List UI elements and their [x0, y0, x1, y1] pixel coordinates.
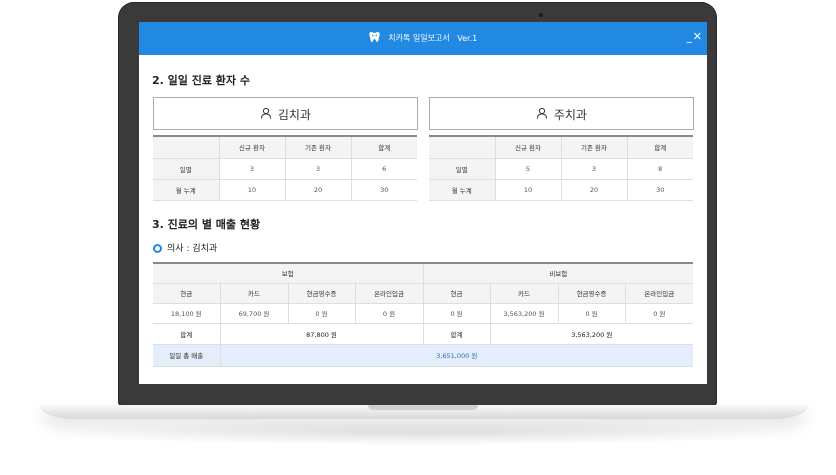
table-cell: 3,563,200 원 — [489, 303, 559, 324]
total-insured: 87,800 원 — [219, 323, 424, 345]
laptop-shadow — [60, 420, 790, 446]
window-title: 치카톡 일일보고서 Ver.1 — [139, 31, 707, 45]
title-bar: 치카톡 일일보고서 Ver.1 _ ✕ — [139, 22, 707, 55]
row-header: 월 누계 — [429, 179, 495, 201]
insured-header: 보험 — [153, 262, 424, 284]
table-cell: 30 — [626, 179, 693, 201]
column-header: 기존 환자 — [284, 135, 351, 159]
table-cell: 18,100 원 — [153, 303, 220, 324]
table-cell: 10 — [218, 179, 285, 201]
column-header: 신규 환자 — [494, 135, 561, 159]
table-cell: 3 — [218, 158, 285, 180]
table-row: 18,100 원 69,700 원 0 원 0 원 0 원 3,563,200 … — [153, 303, 694, 324]
table-cell: 20 — [284, 179, 351, 201]
table-row: 일별 3 3 6 — [153, 158, 417, 180]
section-title-sales: 3. 진료의 별 매출 현황 — [152, 218, 261, 231]
row-header: 일별 — [153, 158, 219, 180]
user-icon — [260, 107, 272, 122]
column-header: 신규 환자 — [218, 135, 285, 159]
daily-total-row: 일일 총 매출 3,651,000 원 — [153, 344, 694, 367]
column-header: 합계 — [626, 135, 693, 159]
dept-card-1[interactable]: 김치과 — [153, 97, 418, 130]
column-header: 합계 — [350, 135, 417, 159]
close-button[interactable]: ✕ — [693, 31, 702, 43]
user-icon — [536, 107, 548, 122]
camera-dot — [539, 13, 543, 17]
dept-name: 김치과 — [277, 108, 311, 122]
table-cell: 3 — [284, 158, 351, 180]
column-header: 카드 — [489, 283, 559, 304]
doctor-selector[interactable]: 의사 : 김치과 — [153, 241, 217, 254]
dept-card-2[interactable]: 주치과 — [429, 97, 694, 130]
app-title: 치카톡 일일보고서 — [388, 33, 450, 43]
row-header: 일별 — [429, 158, 495, 180]
daily-total-label: 일일 총 매출 — [153, 344, 220, 367]
total-label: 합계 — [422, 323, 491, 345]
app-version: Ver.1 — [457, 33, 478, 43]
column-header: 온라인입금 — [354, 283, 424, 304]
tooth-icon — [369, 31, 380, 45]
table-row: 월 누계 10 20 30 — [153, 179, 417, 201]
table-cell: 0 원 — [287, 303, 355, 324]
table-cell: 0 원 — [557, 303, 626, 324]
table-cell: 0 원 — [354, 303, 424, 324]
table-cell: 6 — [350, 158, 417, 180]
total-uninsured: 3,563,200 원 — [489, 323, 694, 345]
table-row: 월 누계 10 20 30 — [429, 179, 693, 201]
dept-name: 주치과 — [553, 108, 587, 122]
daily-total-value: 3,651,000 원 — [219, 344, 694, 367]
app-window: 치카톡 일일보고서 Ver.1 _ ✕ 2. 일일 진료 환자 수 김치과 주치… — [139, 22, 707, 384]
table-cell: 0 원 — [624, 303, 694, 324]
column-header: 온라인입금 — [624, 283, 694, 304]
column-header: 카드 — [219, 283, 288, 304]
doctor-label: 의사 : 김치과 — [167, 244, 218, 254]
uninsured-header: 비보험 — [422, 262, 694, 284]
column-header: 현금영수증 — [557, 283, 626, 304]
corner-cell — [429, 135, 495, 159]
table-cell: 30 — [350, 179, 417, 201]
section-title-patients: 2. 일일 진료 환자 수 — [152, 74, 250, 87]
sales-table: 보험 비보험 현금 카드 현금영수증 온라인입금 현금 카드 현금영수증 온라인… — [153, 262, 694, 367]
column-header: 현금 — [153, 283, 220, 304]
column-header: 현금영수증 — [287, 283, 355, 304]
table-row: 일별 5 3 8 — [429, 158, 693, 180]
patient-table-2: 신규 환자 기존 환자 합계 일별 5 3 8 월 누계 10 20 30 — [429, 135, 693, 201]
minimize-button[interactable]: _ — [687, 31, 693, 43]
patient-table-1: 신규 환자 기존 환자 합계 일별 3 3 6 월 누계 10 20 30 — [153, 135, 417, 201]
table-cell: 0 원 — [422, 303, 491, 324]
table-cell: 10 — [494, 179, 561, 201]
row-header: 월 누계 — [153, 179, 219, 201]
table-cell: 5 — [494, 158, 561, 180]
column-header: 현금 — [422, 283, 491, 304]
radio-selected-icon — [153, 244, 162, 253]
laptop-notch — [368, 405, 478, 410]
total-row: 합계 87,800 원 합계 3,563,200 원 — [153, 323, 694, 345]
table-cell: 8 — [626, 158, 693, 180]
table-cell: 69,700 원 — [219, 303, 288, 324]
corner-cell — [153, 135, 219, 159]
column-header: 기존 환자 — [560, 135, 627, 159]
table-cell: 3 — [560, 158, 627, 180]
table-cell: 20 — [560, 179, 627, 201]
total-label: 합계 — [153, 323, 220, 345]
